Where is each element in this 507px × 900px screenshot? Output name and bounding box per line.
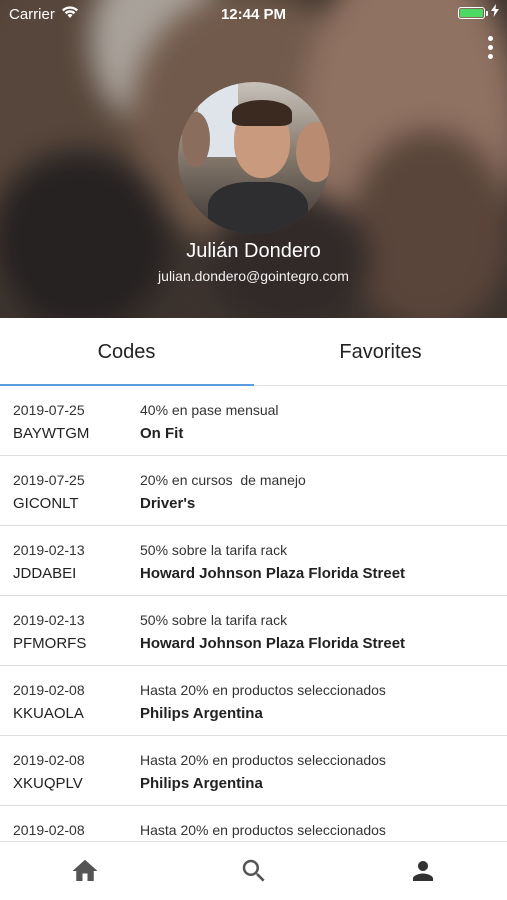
tab-favorites[interactable]: Favorites [254, 318, 507, 386]
list-item[interactable]: 2019-02-08 Hasta 20% en productos selecc… [0, 806, 507, 841]
code-description: Hasta 20% en productos seleccionados [140, 682, 386, 698]
charging-bolt-icon [491, 4, 499, 20]
search-icon[interactable] [239, 856, 269, 886]
code-merchant: Howard Johnson Plaza Florida Street [140, 565, 406, 582]
code-merchant: Howard Johnson Plaza Florida Street [140, 635, 406, 652]
list-item[interactable]: 2019-02-13 JDDABEI 50% sobre la tarifa r… [0, 526, 507, 596]
code-date: 2019-07-25 [13, 402, 85, 418]
profile-header: Carrier 12:44 PM Julián Dondero julian.d… [0, 0, 507, 318]
more-vertical-icon[interactable] [480, 36, 500, 62]
code-date: 2019-02-08 [13, 752, 85, 768]
code-merchant: Philips Argentina [140, 775, 263, 792]
code-value: JDDABEI [13, 565, 77, 582]
code-merchant: On Fit [140, 425, 184, 442]
avatar [178, 82, 330, 234]
profile-icon[interactable] [408, 856, 438, 886]
code-description: 50% sobre la tarifa rack [140, 542, 288, 558]
status-time: 12:44 PM [220, 6, 287, 23]
code-date: 2019-02-08 [13, 822, 85, 838]
code-value: PFMORFS [13, 635, 87, 652]
bottom-navigation [0, 841, 507, 900]
profile-name: Julián Dondero [186, 240, 321, 262]
list-item[interactable]: 2019-02-08 KKUAOLA Hasta 20% en producto… [0, 666, 507, 736]
battery-icon [458, 7, 488, 19]
tab-bar: Codes Favorites [0, 318, 507, 386]
code-date: 2019-02-13 [13, 542, 85, 558]
profile-email: julian.dondero@gointegro.com [158, 268, 349, 284]
code-date: 2019-02-13 [13, 612, 85, 628]
codes-list: 2019-07-25 BAYWTGM 40% en pase mensual O… [0, 386, 507, 841]
code-value: GICONLT [13, 495, 79, 512]
code-value: BAYWTGM [13, 425, 90, 442]
tab-codes[interactable]: Codes [0, 318, 253, 386]
code-date: 2019-07-25 [13, 472, 85, 488]
code-value: XKUQPLV [13, 775, 83, 792]
code-description: 20% en cursos de manejo [140, 472, 306, 488]
code-date: 2019-02-08 [13, 682, 85, 698]
list-item[interactable]: 2019-07-25 GICONLT 20% en cursos de mane… [0, 456, 507, 526]
code-description: 50% sobre la tarifa rack [140, 612, 288, 628]
list-item[interactable]: 2019-02-08 XKUQPLV Hasta 20% en producto… [0, 736, 507, 806]
code-description: 40% en pase mensual [140, 402, 279, 418]
home-icon[interactable] [70, 856, 100, 886]
status-bar: Carrier 12:44 PM [0, 0, 507, 28]
list-item[interactable]: 2019-07-25 BAYWTGM 40% en pase mensual O… [0, 386, 507, 456]
code-description: Hasta 20% en productos seleccionados [140, 752, 386, 768]
code-description: Hasta 20% en productos seleccionados [140, 822, 386, 838]
code-value: KKUAOLA [13, 705, 84, 722]
list-item[interactable]: 2019-02-13 PFMORFS 50% sobre la tarifa r… [0, 596, 507, 666]
code-merchant: Driver's [140, 495, 196, 512]
code-merchant: Philips Argentina [140, 705, 263, 722]
